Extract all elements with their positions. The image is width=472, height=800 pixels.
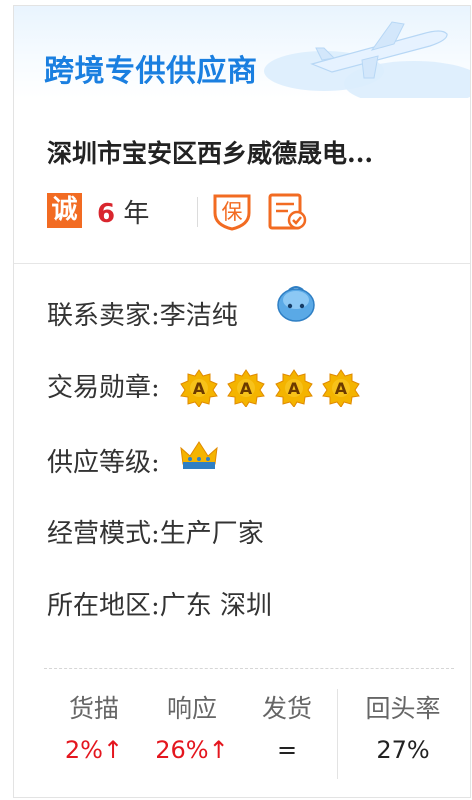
guarantee-glyph: 保 — [222, 200, 243, 224]
contact-label: 联系卖家: — [47, 301, 160, 331]
supply-level-row: 供应等级: — [47, 443, 160, 483]
cross-border-banner: 跨境专供供应商 — [14, 6, 470, 98]
airplane-icon — [310, 21, 448, 79]
region-label: 所在地区: — [47, 591, 160, 621]
business-mode-label: 经营模式: — [47, 519, 160, 549]
stat-label: 货描 — [68, 694, 119, 723]
certificate-document-icon[interactable] — [265, 191, 309, 231]
supplier-card: 跨境专供供应商 深圳市宝安区西乡威德晟电... 诚 6 年 保 联系卖家:李洁纯 — [13, 5, 471, 798]
cheng-badge-icon[interactable]: 诚 — [47, 193, 82, 228]
stat-label: 发货 — [261, 694, 312, 723]
section-divider — [14, 263, 470, 264]
stat-value: 2%↑ — [64, 736, 124, 764]
medal-a-icon: A — [180, 369, 218, 407]
contact-row: 联系卖家:李洁纯 — [47, 296, 238, 336]
stat-shipping: 发货 = — [237, 689, 337, 771]
medal-a-icon: A — [275, 369, 313, 407]
region-value: 广东 深圳 — [159, 591, 273, 621]
stat-description: 货描 2%↑ — [44, 689, 144, 771]
banner-title: 跨境专供供应商 — [44, 54, 258, 89]
company-name-link[interactable]: 深圳市宝安区西乡威德晟电... — [47, 134, 373, 170]
contact-name: 李洁纯 — [159, 301, 238, 331]
guarantee-shield-icon[interactable]: 保 — [210, 191, 254, 231]
badge-row: 诚 6 年 保 — [47, 191, 447, 231]
stat-repurchase-rate: 回头率 27% — [348, 689, 458, 771]
stat-value: = — [276, 736, 298, 764]
business-mode-value: 生产厂家 — [159, 519, 264, 549]
divider — [197, 197, 198, 227]
stat-response: 响应 26%↑ — [142, 689, 242, 771]
years-unit: 年 — [123, 199, 150, 229]
medal-letter: A — [288, 379, 301, 398]
medal-letter: A — [240, 379, 253, 398]
stat-value: 27% — [376, 736, 430, 764]
medal-letter: A — [335, 379, 348, 398]
service-stats: 货描 2%↑ 响应 26%↑ 发货 = 回头率 27% — [14, 689, 470, 779]
medal-a-icon: A — [322, 369, 360, 407]
stats-divider — [337, 689, 338, 779]
business-mode-row: 经营模式:生产厂家 — [47, 514, 264, 554]
medal-letter: A — [193, 379, 206, 398]
wangwang-chat-icon[interactable] — [275, 284, 317, 324]
region-row: 所在地区:广东 深圳 — [47, 586, 272, 626]
dashed-divider — [44, 668, 454, 669]
stat-label: 回头率 — [365, 694, 441, 723]
supply-level-label: 供应等级: — [47, 448, 160, 478]
medals-label: 交易勋章: — [47, 373, 160, 403]
crown-icon — [180, 441, 218, 469]
stat-value: 26%↑ — [155, 736, 229, 764]
years-number: 6 — [97, 199, 116, 229]
stat-label: 响应 — [166, 694, 217, 723]
medal-a-icon: A — [227, 369, 265, 407]
membership-years: 6 年 — [97, 193, 149, 230]
medals-row: 交易勋章: — [47, 368, 160, 408]
